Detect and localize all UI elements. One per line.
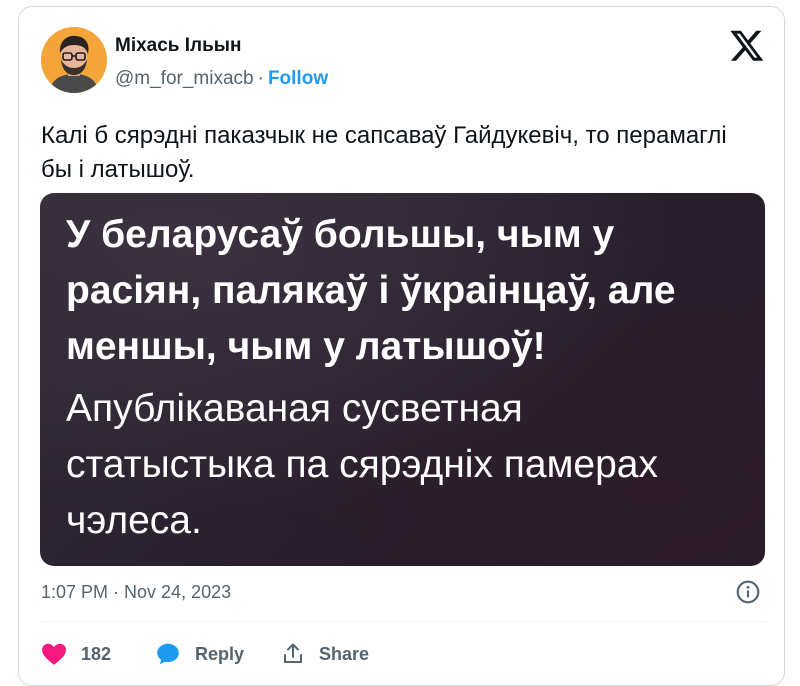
tweet-card: Міхась Ільын @m_for_mixacb · Follow Калі б… [18, 6, 785, 686]
author-name[interactable]: Міхась Ільын [115, 35, 242, 57]
share-upload-icon [284, 643, 302, 663]
avatar[interactable] [41, 27, 107, 93]
avatar-illustration [41, 27, 107, 93]
separator-dot: · [257, 68, 264, 89]
tweet-text: Калі б сярэдні паказчык не сапсаваў Гайд… [41, 122, 727, 183]
share-label: Share [319, 643, 370, 664]
tweet-media-image[interactable]: У беларусаў большы, чым у расіян, паляка… [40, 193, 765, 566]
author-handle[interactable]: @m_for_mixacb [115, 68, 254, 89]
reply-button[interactable]: Reply [155, 639, 244, 669]
info-icon[interactable] [735, 579, 761, 605]
heart-icon [42, 643, 66, 665]
media-text-line: чэлеса. [66, 499, 202, 542]
reply-label: Reply [195, 643, 245, 664]
like-count: 182 [81, 643, 112, 664]
share-button[interactable]: Share [281, 639, 369, 669]
like-button[interactable]: 182 [41, 639, 111, 669]
divider [41, 621, 766, 622]
media-text-line: расіян, палякаў і ўкраінцаў, але [66, 269, 676, 312]
author-handle-row: @m_for_mixacb · Follow [115, 68, 328, 90]
media-text-line: меншы, чым у латышоў! [66, 325, 546, 368]
media-text-line: статыстыка па сярэдніх памерах [66, 443, 658, 486]
media-text-line: У беларусаў большы, чым у [66, 213, 615, 256]
media-text-line: Апублікаваная сусветная [66, 387, 523, 430]
tweet-timestamp[interactable]: 1:07 PM · Nov 24, 2023 [41, 582, 231, 603]
reply-bubble-icon [157, 643, 179, 665]
follow-button[interactable]: Follow [268, 68, 328, 89]
x-logo-icon[interactable] [729, 27, 765, 63]
